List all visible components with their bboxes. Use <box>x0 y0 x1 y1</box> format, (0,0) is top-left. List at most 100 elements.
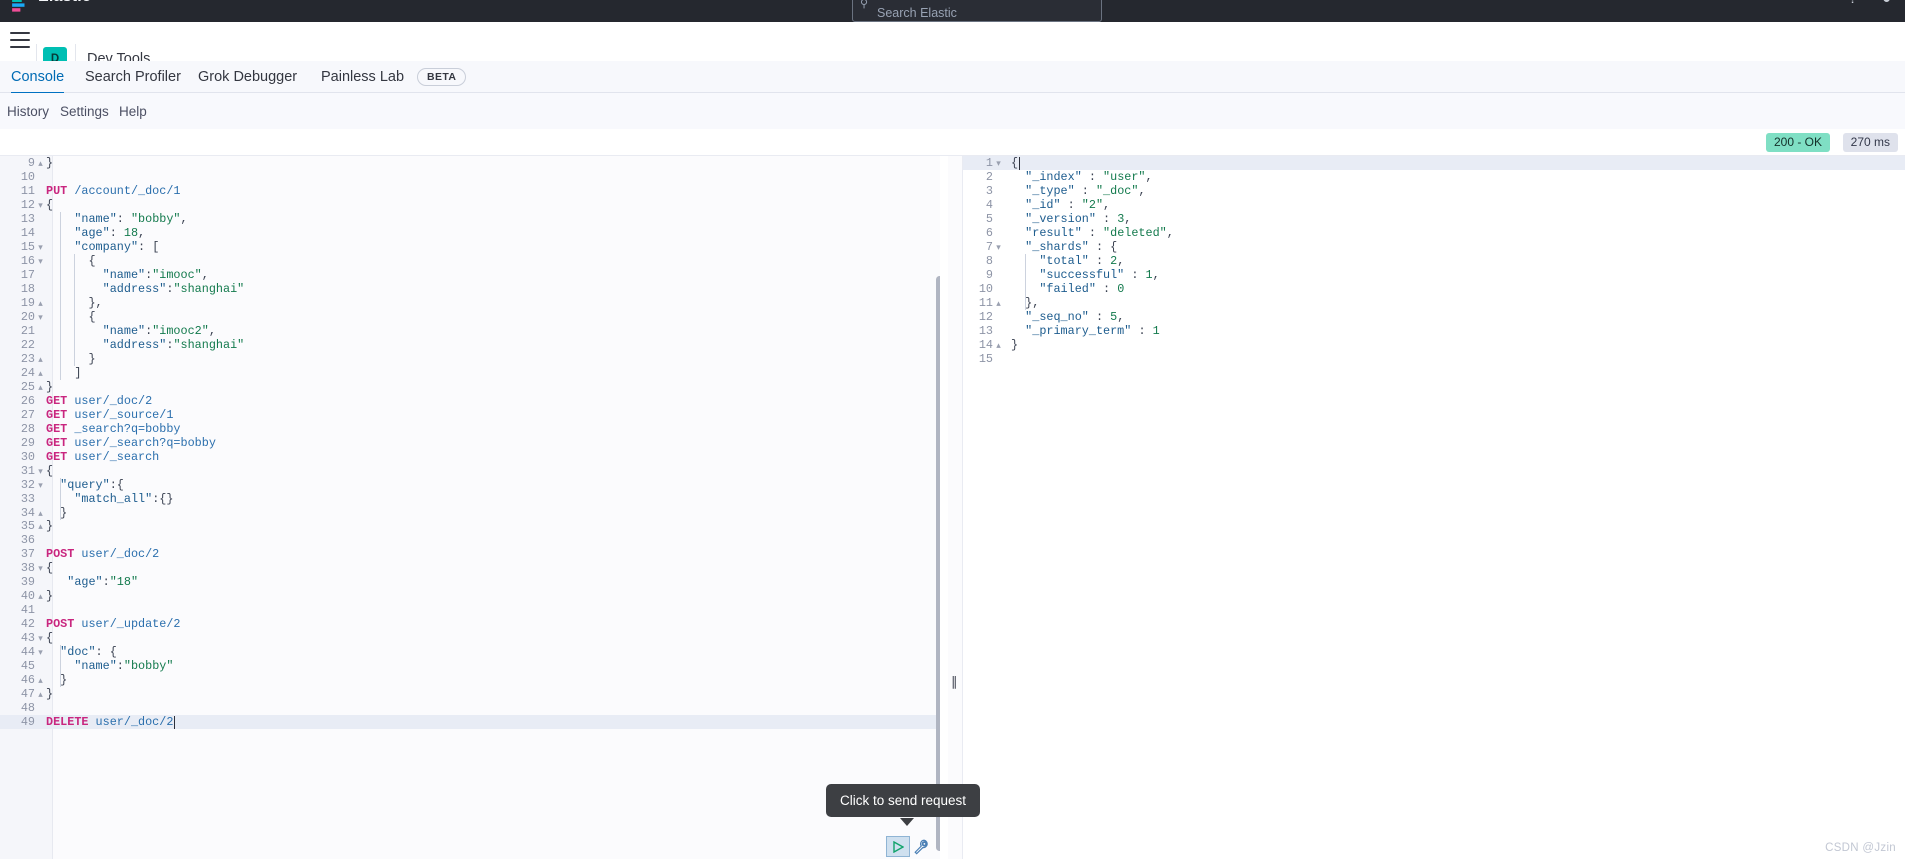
code-line[interactable]: "_shards" : { <box>963 240 1905 254</box>
help-button[interactable]: Help <box>119 104 147 119</box>
code-line[interactable]: "match_all":{} <box>0 492 940 506</box>
code-token: } <box>46 156 53 170</box>
code-line[interactable]: { <box>0 310 940 324</box>
help-icon[interactable]: ? <box>1849 0 1857 7</box>
code-line[interactable]: } <box>0 156 940 170</box>
code-token <box>46 645 60 659</box>
console-request-editor[interactable]: 9▴}1011PUT /account/_doc/112▾{13 "name":… <box>0 156 940 859</box>
code-line[interactable]: POST user/_update/2 <box>0 617 940 631</box>
code-token <box>1011 184 1025 198</box>
settings-button[interactable]: Settings <box>60 104 109 119</box>
code-line[interactable]: "age":"18" <box>0 575 940 589</box>
code-line[interactable]: "failed" : 0 <box>963 282 1905 296</box>
code-token: , <box>1138 184 1145 198</box>
code-token: : [ <box>138 240 159 254</box>
code-line[interactable]: GET _search?q=bobby <box>0 422 940 436</box>
code-line[interactable]: } <box>0 589 940 603</box>
code-line[interactable]: "result" : "deleted", <box>963 226 1905 240</box>
code-token: "shanghai" <box>173 338 244 352</box>
code-line[interactable]: { <box>963 156 1905 170</box>
code-token: ] <box>74 366 81 380</box>
code-line[interactable]: GET user/_doc/2 <box>0 394 940 408</box>
tab-search-profiler[interactable]: Search Profiler <box>85 61 181 93</box>
code-token: }, <box>88 296 102 310</box>
code-line[interactable]: } <box>0 352 940 366</box>
code-line[interactable]: GET user/_search?q=bobby <box>0 436 940 450</box>
code-line[interactable]: "_version" : 3, <box>963 212 1905 226</box>
pane-resize-handle[interactable] <box>948 156 962 859</box>
app-header: D Dev Tools <box>0 22 1905 61</box>
indent-guide <box>60 478 61 520</box>
code-line[interactable]: "successful" : 1, <box>963 268 1905 282</box>
code-line[interactable]: "address":"shanghai" <box>0 338 940 352</box>
code-line[interactable]: } <box>0 380 940 394</box>
tab-painless-lab[interactable]: Painless Lab <box>321 61 404 93</box>
code-token: } <box>46 589 53 603</box>
request-scrollbar[interactable] <box>936 276 940 851</box>
tab-console[interactable]: Console <box>11 61 64 93</box>
code-line[interactable]: DELETE user/_doc/2 <box>0 715 940 729</box>
code-token: /account/_doc/1 <box>74 184 180 198</box>
wrench-icon[interactable] <box>912 838 931 856</box>
code-line[interactable]: }, <box>0 296 940 310</box>
code-line[interactable]: } <box>0 687 940 701</box>
code-token: : <box>1131 324 1152 338</box>
code-line[interactable]: { <box>0 198 940 212</box>
code-token: "_primary_term" <box>1025 324 1131 338</box>
code-line[interactable]: "address":"shanghai" <box>0 282 940 296</box>
code-line[interactable]: "doc": { <box>0 645 940 659</box>
hamburger-menu-icon[interactable] <box>10 32 30 50</box>
code-token <box>1011 240 1025 254</box>
code-token: { <box>88 254 95 268</box>
console-response-viewer[interactable]: 1▾{2 "_index" : "user",3 "_type" : "_doc… <box>962 156 1905 859</box>
code-token: : <box>145 324 152 338</box>
code-token <box>46 575 67 589</box>
code-line[interactable]: "_type" : "_doc", <box>963 184 1905 198</box>
code-line[interactable]: "_index" : "user", <box>963 170 1905 184</box>
line-number: 10 <box>5 170 35 184</box>
code-line[interactable]: { <box>0 631 940 645</box>
code-token: user/_source/1 <box>74 408 173 422</box>
code-line[interactable]: } <box>963 338 1905 352</box>
history-button[interactable]: History <box>7 104 49 119</box>
code-line[interactable]: } <box>0 673 940 687</box>
code-line[interactable]: PUT /account/_doc/1 <box>0 184 940 198</box>
code-line[interactable]: "_id" : "2", <box>963 198 1905 212</box>
send-request-button[interactable] <box>886 836 910 857</box>
code-line[interactable]: { <box>0 561 940 575</box>
devtools-tab-bar: Console Search Profiler Grok Debugger Pa… <box>0 61 1905 93</box>
code-line[interactable]: "name": "bobby", <box>0 212 940 226</box>
code-token: , <box>1153 268 1160 282</box>
code-line[interactable]: "name":"bobby" <box>0 659 940 673</box>
code-line[interactable]: { <box>0 254 940 268</box>
code-line[interactable]: GET user/_search <box>0 450 940 464</box>
code-line[interactable]: "_seq_no" : 5, <box>963 310 1905 324</box>
code-token: "_seq_no" <box>1025 310 1089 324</box>
code-line[interactable]: "age": 18, <box>0 226 940 240</box>
code-token: "_id" <box>1025 198 1060 212</box>
code-line[interactable]: GET user/_source/1 <box>0 408 940 422</box>
user-avatar-icon[interactable]: ● <box>1882 0 1891 7</box>
code-token: : <box>117 659 124 673</box>
code-line[interactable]: POST user/_doc/2 <box>0 547 940 561</box>
code-line[interactable]: } <box>0 519 940 533</box>
code-token: "bobby" <box>131 212 181 226</box>
global-search-input[interactable]: Search Elastic <box>852 0 1102 22</box>
tab-grok-debugger[interactable]: Grok Debugger <box>198 61 297 93</box>
code-line[interactable]: "total" : 2, <box>963 254 1905 268</box>
code-token: : <box>117 212 131 226</box>
code-line[interactable]: }, <box>963 296 1905 310</box>
code-token: { <box>46 561 53 575</box>
code-line[interactable]: "_primary_term" : 1 <box>963 324 1905 338</box>
code-line[interactable]: "company": [ <box>0 240 940 254</box>
code-line[interactable]: "name":"imooc2", <box>0 324 940 338</box>
code-line[interactable]: "query":{ <box>0 478 940 492</box>
code-token: : <box>1061 198 1082 212</box>
code-token <box>1011 212 1025 226</box>
code-line[interactable]: "name":"imooc", <box>0 268 940 282</box>
code-token: "age" <box>74 226 109 240</box>
code-line[interactable]: } <box>0 506 940 520</box>
code-line[interactable]: ] <box>0 366 940 380</box>
code-token: "successful" <box>1039 268 1124 282</box>
code-line[interactable]: { <box>0 464 940 478</box>
